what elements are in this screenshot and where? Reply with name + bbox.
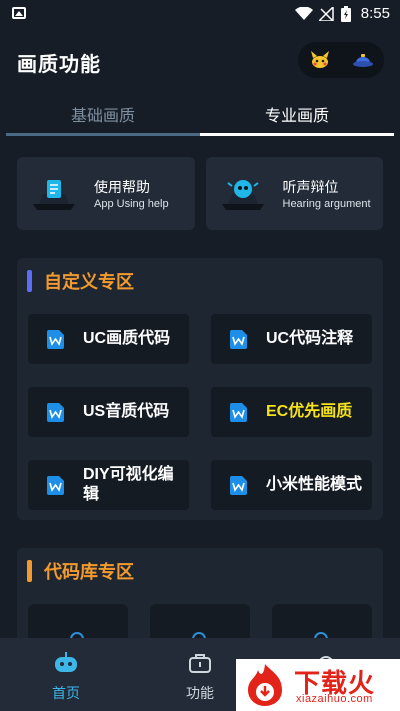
section-title: 自定义专区	[44, 272, 134, 292]
xiaomi-performance-button[interactable]: 小米性能模式	[211, 460, 372, 510]
section-header: 自定义专区	[27, 270, 134, 292]
flame-logo-icon	[248, 664, 282, 706]
wps-doc-icon	[230, 403, 247, 422]
item-label: 小米性能模式	[266, 476, 363, 493]
pikachu-icon	[310, 51, 329, 68]
tab-underline-active	[200, 133, 394, 136]
status-bar: 8:55	[0, 0, 400, 28]
tab-bar: 基础画质 专业画质	[6, 96, 394, 136]
wifi-icon	[294, 6, 313, 20]
top-bar: 画质功能	[0, 28, 400, 92]
hat-button[interactable]	[341, 42, 384, 78]
tab-basic-quality[interactable]: 基础画质	[6, 96, 200, 136]
status-icons: 8:55	[294, 5, 390, 22]
uc-quality-code-button[interactable]: UC画质代码	[28, 314, 189, 364]
tab-pro-quality[interactable]: 专业画质	[200, 96, 394, 136]
diy-visual-edit-button[interactable]: DIY可视化编辑	[28, 460, 189, 510]
toolbox-icon	[189, 654, 211, 673]
section-header: 代码库专区	[27, 560, 134, 582]
section-title: 代码库专区	[44, 562, 134, 582]
nav-label: 首页	[52, 685, 80, 701]
code-library-section: 代码库专区	[17, 548, 383, 648]
item-label: US音质代码	[83, 403, 170, 420]
top-action-group	[298, 42, 384, 78]
section-accent-bar	[27, 560, 32, 582]
no-signal-icon	[318, 6, 334, 21]
nav-function[interactable]: 功能	[165, 652, 235, 703]
image-notification-icon	[12, 7, 26, 19]
help-subtitle: App Using help	[94, 198, 169, 210]
wps-doc-icon	[230, 476, 247, 495]
wps-doc-icon	[230, 330, 247, 349]
item-label: DIY可视化编辑	[83, 466, 174, 503]
item-label: UC代码注释	[266, 330, 354, 347]
item-label: EC优先画质	[266, 403, 353, 420]
watermark-url: xiazaihuo.com	[296, 693, 373, 705]
wps-doc-icon	[47, 403, 64, 422]
robot-device-icon	[221, 180, 264, 210]
hearing-argument-card[interactable]: 听声辩位 Hearing argument	[205, 157, 383, 230]
battery-charging-icon	[340, 5, 351, 22]
wps-doc-icon	[47, 476, 64, 495]
pikachu-button[interactable]	[298, 42, 341, 78]
tab-label: 专业画质	[264, 108, 329, 125]
us-sound-code-button[interactable]: US音质代码	[28, 387, 189, 437]
clock: 8:55	[360, 5, 390, 22]
document-device-icon	[33, 180, 75, 210]
usage-help-card[interactable]: 使用帮助 App Using help	[17, 157, 195, 230]
help-cards-row: 使用帮助 App Using help 听声辩位 Hearing argumen…	[17, 157, 383, 230]
nav-home[interactable]: 首页	[31, 652, 101, 703]
page-title: 画质功能	[17, 54, 101, 76]
item-label: UC画质代码	[83, 330, 171, 347]
custom-section: 自定义专区 UC画质代码 UC代码注释 US音质代码 EC优先画质 DIY可视化…	[17, 258, 383, 520]
uc-code-notes-button[interactable]: UC代码注释	[211, 314, 372, 364]
hearing-subtitle: Hearing argument	[282, 198, 371, 210]
wps-doc-icon	[47, 330, 64, 349]
section-accent-bar	[27, 270, 32, 292]
watermark: 下载火 xiazaihuo.com	[236, 659, 400, 711]
hat-icon	[352, 54, 373, 67]
tab-underline	[6, 133, 200, 136]
nav-label: 功能	[186, 685, 214, 701]
ec-priority-quality-button[interactable]: EC优先画质	[211, 387, 372, 437]
gamepad-icon	[55, 652, 77, 672]
tab-label: 基础画质	[70, 108, 135, 125]
help-title: 使用帮助	[94, 179, 150, 195]
hearing-title: 听声辩位	[282, 179, 339, 195]
